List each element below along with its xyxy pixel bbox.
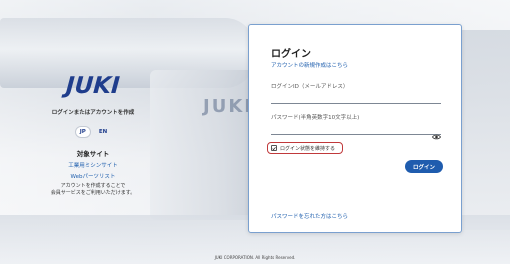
language-en-button[interactable]: EN: [95, 127, 111, 137]
juki-logo: JUKI: [65, 73, 121, 99]
background-machine-right: [462, 30, 510, 230]
language-jp-button[interactable]: JP: [74, 126, 91, 138]
password-underline: [271, 134, 441, 135]
target-sites-note: アカウントを作成することで 会員サービスをご利用いただけます。: [38, 183, 148, 197]
checkmark-icon: [272, 146, 276, 150]
eye-icon[interactable]: [432, 125, 441, 140]
remember-login-checkbox[interactable]: [271, 145, 277, 151]
forgot-password-link[interactable]: パスワードを忘れた方はこちら: [271, 212, 348, 220]
remember-login-option[interactable]: ログイン状態を維持する: [267, 142, 343, 154]
target-sites-title: 対象サイト: [76, 150, 110, 158]
industrial-sewing-site-link[interactable]: 工業用ミシンサイト: [38, 161, 148, 169]
target-sites-note-line2: 会員サービスをご利用いただけます。: [50, 190, 136, 196]
background-juki-mark: JUKI: [203, 96, 253, 117]
target-sites-note-line1: アカウントを作成することで: [60, 183, 126, 189]
login-card: ログイン アカウントの新規作成はこちら ログインID（メールアドレス） パスワー…: [248, 24, 462, 233]
login-title: ログイン: [271, 49, 311, 60]
login-id-underline: [271, 103, 441, 104]
login-button[interactable]: ログイン: [405, 160, 443, 173]
web-parts-list-link[interactable]: Webパーツリスト: [38, 172, 148, 180]
left-panel: JUKI ログインまたはアカウントを作成 JP EN 対象サイト 工業用ミシンサ…: [38, 73, 148, 197]
language-switcher: JP EN: [38, 126, 148, 138]
password-input[interactable]: [271, 120, 429, 134]
tagline: ログインまたはアカウントを作成: [51, 110, 135, 116]
create-account-link[interactable]: アカウントの新規作成はこちら: [271, 61, 348, 69]
login-id-input[interactable]: [271, 89, 441, 103]
copyright: JUKI CORPORATION. All Rights Reserved.: [214, 255, 296, 260]
remember-login-label: ログイン状態を維持する: [280, 145, 336, 152]
